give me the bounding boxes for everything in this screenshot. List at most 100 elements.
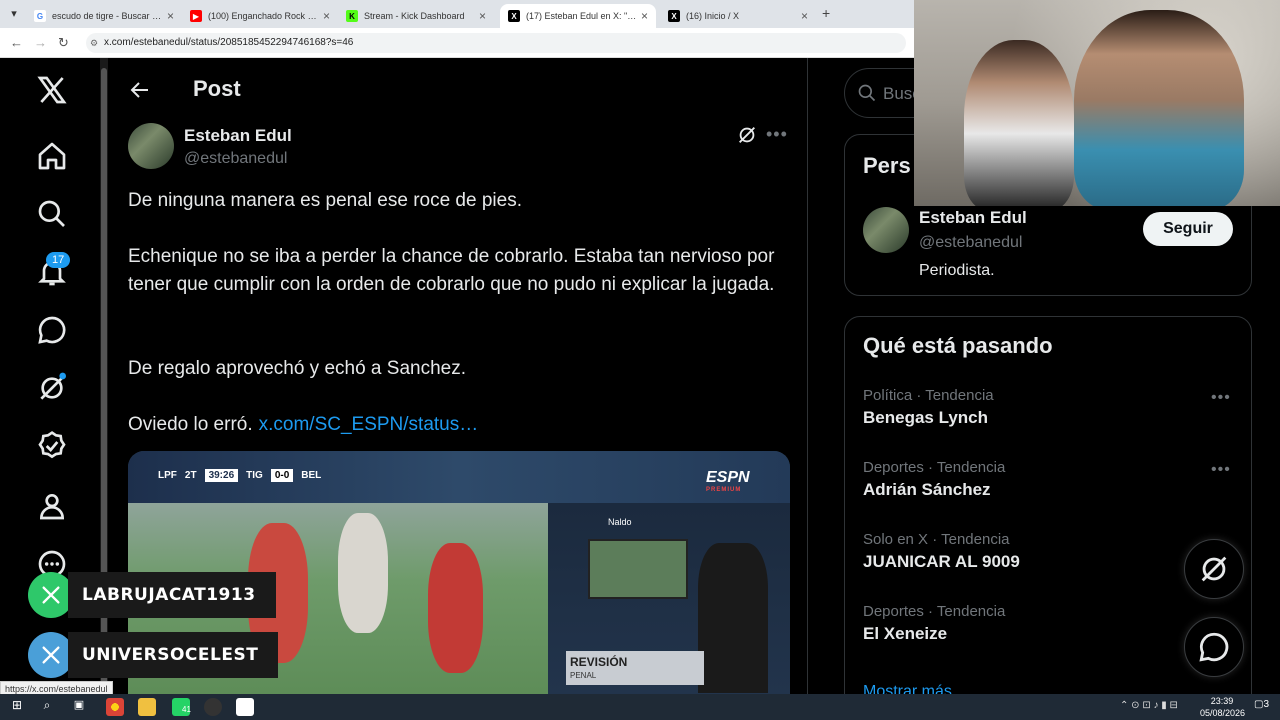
search-icon xyxy=(857,83,877,103)
whatsapp-badge: 41 xyxy=(182,705,191,714)
more-options-icon[interactable]: ••• xyxy=(766,124,788,145)
post-paragraph: De ninguna manera es penal ese roce de p… xyxy=(128,190,522,211)
browser-tab[interactable]: K Stream - Kick Dashboard × xyxy=(338,4,494,28)
tab-title: Stream - Kick Dashboard xyxy=(364,11,465,21)
kick-icon: K xyxy=(346,10,358,22)
browser-tab-bar: ▾ G escudo de tigre - Buscar con Goo × ▶… xyxy=(0,0,914,28)
trend-meta: Deportes · Tendencia xyxy=(863,603,1006,620)
site-info-icon[interactable]: ⚙ xyxy=(90,33,98,53)
trend-more-icon[interactable]: ••• xyxy=(1211,461,1231,479)
post-paragraph: Echenique no se iba a perder la chance d… xyxy=(128,246,775,295)
card-title: Qué está pasando xyxy=(863,333,1053,358)
grok-icon[interactable] xyxy=(36,372,68,404)
var-monitor xyxy=(588,539,688,599)
address-bar: ← → ↻ ⚙ x.com/estebanedul/status/2085185… xyxy=(0,28,914,58)
youtube-icon: ▶ xyxy=(190,10,202,22)
grok-icon[interactable] xyxy=(736,124,758,146)
messages-icon xyxy=(1199,632,1229,662)
trend-name: JUANICAR AL 9009 xyxy=(863,552,1020,571)
reload-icon[interactable]: ↻ xyxy=(58,35,69,51)
url-field[interactable]: ⚙ x.com/estebanedul/status/2085185452294… xyxy=(86,33,906,53)
profile-icon[interactable] xyxy=(36,490,68,522)
browser-tab[interactable]: G escudo de tigre - Buscar con Goo × xyxy=(26,4,182,28)
tab-title: (16) Inicio / X xyxy=(686,11,740,21)
page-title: Post xyxy=(193,76,241,101)
verified-icon[interactable] xyxy=(36,430,68,462)
trend-more-icon[interactable]: ••• xyxy=(1211,389,1231,407)
author-name[interactable]: Esteban Edul xyxy=(184,126,292,146)
obs-icon[interactable] xyxy=(204,698,222,716)
follow-button[interactable]: Seguir xyxy=(1143,212,1233,246)
chrome-icon[interactable] xyxy=(106,698,124,716)
forward-icon[interactable]: → xyxy=(34,35,47,50)
search-icon[interactable] xyxy=(36,198,68,230)
home-icon[interactable] xyxy=(36,140,68,172)
sponsor-label: Naldo xyxy=(608,517,632,527)
google-icon: G xyxy=(34,10,46,22)
social-handle-label: UNIVERSOCELEST xyxy=(68,632,279,678)
post-link[interactable]: x.com/SC_ESPN/status… xyxy=(259,414,479,435)
x-logo-icon[interactable] xyxy=(36,74,68,106)
avatar[interactable] xyxy=(863,207,909,253)
relevant-user-bio: Periodista. xyxy=(919,262,995,279)
post-paragraph: De regalo aprovechó y echó a Sanchez. xyxy=(128,358,466,379)
webcam-overlay xyxy=(914,0,1280,206)
avatar[interactable] xyxy=(128,123,174,169)
app-icon[interactable] xyxy=(236,698,254,716)
browser-tab[interactable]: ▶ (100) Enganchado Rock Nacional × xyxy=(182,4,338,28)
match-clock: 39:26 xyxy=(204,469,239,482)
new-tab-button[interactable]: + xyxy=(822,5,830,21)
tab-title: (100) Enganchado Rock Nacional xyxy=(208,11,319,21)
home-team: TIG xyxy=(246,470,263,481)
streamer-figure xyxy=(964,40,1074,206)
close-icon[interactable]: × xyxy=(479,9,486,23)
back-arrow-icon[interactable] xyxy=(128,78,152,102)
social-handle-overlay: UNIVERSOCELEST xyxy=(28,632,279,678)
player-figure xyxy=(428,543,483,673)
url-text: x.com/estebanedul/status/208518545229474… xyxy=(104,37,354,48)
notifications-badge: 17 xyxy=(46,252,71,268)
relevant-user-name[interactable]: Esteban Edul xyxy=(919,208,1027,228)
revision-banner: REVISIÓN PENAL xyxy=(566,651,704,685)
search-icon[interactable]: ⌕ xyxy=(38,698,56,716)
tab-title: escudo de tigre - Buscar con Goo xyxy=(52,11,163,21)
author-handle[interactable]: @estebanedul xyxy=(184,150,287,168)
clock-date: 05/08/2026 xyxy=(1200,708,1246,718)
trend-name: El Xeneize xyxy=(863,624,948,643)
file-explorer-icon[interactable] xyxy=(138,698,156,716)
close-icon[interactable]: × xyxy=(641,9,648,23)
close-icon[interactable]: × xyxy=(167,9,174,23)
browser-tab-active[interactable]: X (17) Esteban Edul en X: "De ninguna × xyxy=(500,4,656,28)
player-figure xyxy=(338,513,388,633)
scoreboard: LPF 2T 39:26 TIG 0-0 BEL xyxy=(158,469,329,482)
tab-title: (17) Esteban Edul en X: "De ninguna xyxy=(526,11,637,21)
league-label: LPF xyxy=(158,470,177,481)
trend-name: Adrián Sánchez xyxy=(863,480,991,499)
close-icon[interactable]: × xyxy=(323,9,330,23)
relevant-user-handle[interactable]: @estebanedul xyxy=(919,234,1022,252)
streamer-figure xyxy=(1074,10,1244,206)
tab-search-button[interactable]: ▾ xyxy=(6,6,22,22)
trend-item[interactable]: Deportes · Tendencia Adrián Sánchez xyxy=(863,459,1223,500)
trend-name: Benegas Lynch xyxy=(863,408,989,427)
windows-start-icon[interactable]: ⊞ xyxy=(8,698,26,716)
close-icon[interactable]: × xyxy=(801,9,808,23)
trend-item[interactable]: Política · Tendencia Benegas Lynch xyxy=(863,387,1223,428)
clock-time: 23:39 xyxy=(1210,696,1234,706)
messages-icon[interactable] xyxy=(36,314,68,346)
social-handle-overlay: LABRUJACAT1913 xyxy=(28,572,276,618)
grok-fab-button[interactable] xyxy=(1184,539,1244,599)
task-view-icon[interactable]: ▣ xyxy=(70,698,88,716)
clock[interactable]: 23:39 05/08/2026 xyxy=(1200,695,1246,719)
trend-item[interactable]: Solo en X · Tendencia JUANICAR AL 9009 xyxy=(863,531,1223,572)
back-icon[interactable]: ← xyxy=(10,35,23,50)
period-label: 2T xyxy=(184,470,197,481)
x-logo-icon: X xyxy=(508,10,520,22)
messages-fab-button[interactable] xyxy=(1184,617,1244,677)
system-tray[interactable]: ⌃ ⊙ ⊡ ♪ ▮ ⊟ xyxy=(1120,700,1178,711)
notification-center-icon[interactable]: ▢3 xyxy=(1254,699,1269,710)
browser-tab[interactable]: X (16) Inicio / X × xyxy=(660,4,816,28)
espn-logo: ESPN PREMIUM xyxy=(706,469,750,493)
post-text: Oviedo lo erró. xyxy=(128,414,253,435)
trend-item[interactable]: Deportes · Tendencia El Xeneize xyxy=(863,603,1223,644)
